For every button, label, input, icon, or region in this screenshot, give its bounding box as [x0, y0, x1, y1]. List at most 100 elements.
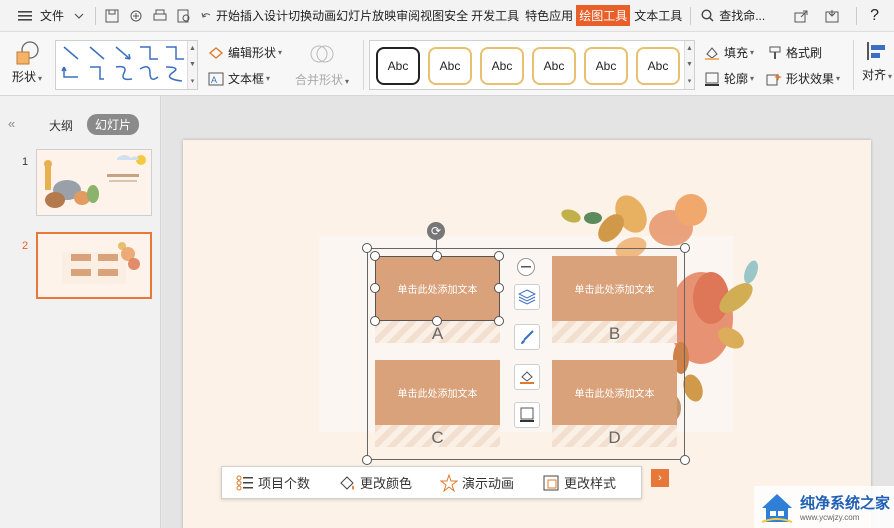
layers-button[interactable] [514, 284, 540, 310]
divider [95, 6, 97, 25]
export-icon[interactable] [127, 7, 145, 25]
print-preview-icon[interactable] [175, 7, 193, 25]
tab-special[interactable]: 特色应用 [522, 7, 576, 24]
tab-outline[interactable]: 大纲 [49, 117, 73, 134]
resize-handle[interactable] [680, 243, 690, 253]
menu-bar: 文件 开始 插入 设计 切换 动画 幻灯片放映 审阅 视图 安全 开发工具 特色… [0, 0, 894, 32]
resize-handle[interactable] [494, 316, 504, 326]
hamburger-menu-icon[interactable] [16, 7, 34, 25]
search-command[interactable]: 查找命... [719, 7, 765, 24]
divider [363, 40, 364, 90]
outline-label: 轮廓 [724, 72, 749, 86]
item-count-label: 项目个数 [258, 476, 311, 491]
merge-shape-icon [310, 45, 334, 63]
shape-label: 形状 [12, 70, 37, 84]
help-icon[interactable]: ? [867, 7, 882, 25]
fill-button[interactable]: 填充 ▾ [704, 44, 754, 61]
outline-square-icon [520, 407, 534, 422]
style-sample-5[interactable]: Abc [584, 47, 628, 85]
style-sample-3[interactable]: Abc [480, 47, 524, 85]
style-sample-2[interactable]: Abc [428, 47, 472, 85]
gallery-scroll[interactable]: ▲ ▼ ▾ [684, 41, 694, 89]
outline-style-button[interactable] [514, 402, 540, 428]
tab-view[interactable]: 视图 [420, 7, 444, 24]
group-selection-frame [367, 248, 685, 460]
brush-button[interactable] [514, 324, 540, 350]
tab-security[interactable]: 安全 [444, 7, 468, 24]
gallery-scroll[interactable]: ▲ ▼ ▾ [187, 41, 197, 89]
search-icon[interactable] [698, 7, 716, 25]
resize-handle[interactable] [494, 251, 504, 261]
text-box-label: 文本框 [228, 72, 265, 86]
text-box-button[interactable]: A 文本框 ▾ [208, 70, 270, 87]
collapse-button[interactable] [517, 258, 535, 276]
tab-text-tools[interactable]: 文本工具 [630, 7, 686, 24]
collapse-panel-icon[interactable]: « [8, 116, 15, 131]
slide-number: 2 [22, 240, 29, 252]
tab-slideshow[interactable]: 幻灯片放映 [336, 7, 396, 24]
chevron-down-icon[interactable] [70, 7, 88, 25]
rotate-handle[interactable]: ⟳ [427, 222, 445, 240]
shape-effect-button[interactable]: 形状效果 ▾ [766, 70, 840, 87]
fill-style-button[interactable] [514, 364, 540, 390]
tab-slides[interactable]: 幻灯片 [87, 114, 140, 135]
fill-label: 填充 [724, 46, 749, 60]
shape-effect-icon [766, 72, 782, 85]
undo-icon[interactable] [197, 7, 215, 25]
slide-1-preview [44, 155, 146, 208]
edit-shape-button[interactable]: 编辑形状 ▾ [208, 44, 282, 61]
resize-handle[interactable] [362, 455, 372, 465]
slide-thumbnail-1[interactable] [36, 149, 152, 216]
tab-start[interactable]: 开始 [216, 7, 240, 24]
svg-text:A: A [211, 75, 217, 85]
print-icon[interactable] [151, 7, 169, 25]
site-logo: 纯净系统之家 www.ycwjzy.com [754, 486, 894, 528]
slide-thumbnail-2[interactable] [36, 232, 152, 299]
tab-review[interactable]: 审阅 [396, 7, 420, 24]
outline-button[interactable]: 轮廓 ▾ [704, 70, 754, 87]
tab-insert[interactable]: 插入 [240, 7, 264, 24]
align-button[interactable]: 对齐 ▾ [862, 40, 892, 83]
merge-shape-label: 合并形状 [295, 73, 344, 87]
resize-handle[interactable] [370, 316, 380, 326]
file-menu[interactable]: 文件 [37, 7, 67, 24]
style-sample-1[interactable]: Abc [376, 47, 420, 85]
save-icon[interactable] [103, 7, 121, 25]
slide-panel: « 大纲 幻灯片 1 2 [0, 96, 161, 528]
shape-style-gallery[interactable]: Abc Abc Abc Abc Abc Abc ▲ ▼ ▾ [369, 40, 695, 90]
logo-url: www.ycwjzy.com [800, 513, 860, 522]
layers-icon [518, 289, 536, 305]
brush-icon [521, 330, 534, 344]
animation-button[interactable]: 演示动画 [440, 473, 514, 492]
tab-transition[interactable]: 切换 [288, 7, 312, 24]
tab-design[interactable]: 设计 [264, 7, 288, 24]
change-style-label: 更改样式 [564, 476, 617, 491]
slide-editing-area: 单击此处添加文本 A 单击此处添加文本 B 单击此处添加文本 C 单击此处添加文… [162, 96, 894, 528]
shape-button[interactable]: 形状 ▾ [12, 40, 42, 85]
format-painter-button[interactable]: 格式刷 [768, 44, 822, 61]
collapse-ribbon-icon[interactable] [823, 7, 841, 25]
fill-bucket-icon [520, 371, 534, 384]
style-sample-6[interactable]: Abc [636, 47, 680, 85]
resize-handle[interactable] [494, 283, 504, 293]
tab-drawing-tools[interactable]: 绘图工具 [576, 5, 631, 26]
item-count-button[interactable]: 项目个数 [236, 473, 310, 492]
share-icon[interactable] [792, 7, 810, 25]
resize-handle[interactable] [432, 316, 442, 326]
shape-gallery[interactable]: ▲ ▼ ▾ [55, 40, 198, 90]
tab-developer[interactable]: 开发工具 [468, 7, 522, 24]
tab-animation[interactable]: 动画 [312, 7, 336, 24]
change-color-button[interactable]: 更改颜色 [338, 473, 412, 492]
change-style-button[interactable]: 更改样式 [542, 473, 616, 492]
merge-shape-button[interactable]: 合并形状 ▾ [295, 42, 349, 88]
change-color-label: 更改颜色 [360, 476, 413, 491]
slide-number: 1 [22, 156, 29, 168]
toolbar-expand-button[interactable]: › [651, 469, 669, 487]
resize-handle[interactable] [370, 283, 380, 293]
resize-handle[interactable] [680, 455, 690, 465]
resize-handle[interactable] [370, 251, 380, 261]
style-sample-4[interactable]: Abc [532, 47, 576, 85]
resize-handle[interactable] [432, 251, 442, 261]
list-icon [236, 475, 253, 490]
edit-shape-icon [208, 46, 224, 59]
